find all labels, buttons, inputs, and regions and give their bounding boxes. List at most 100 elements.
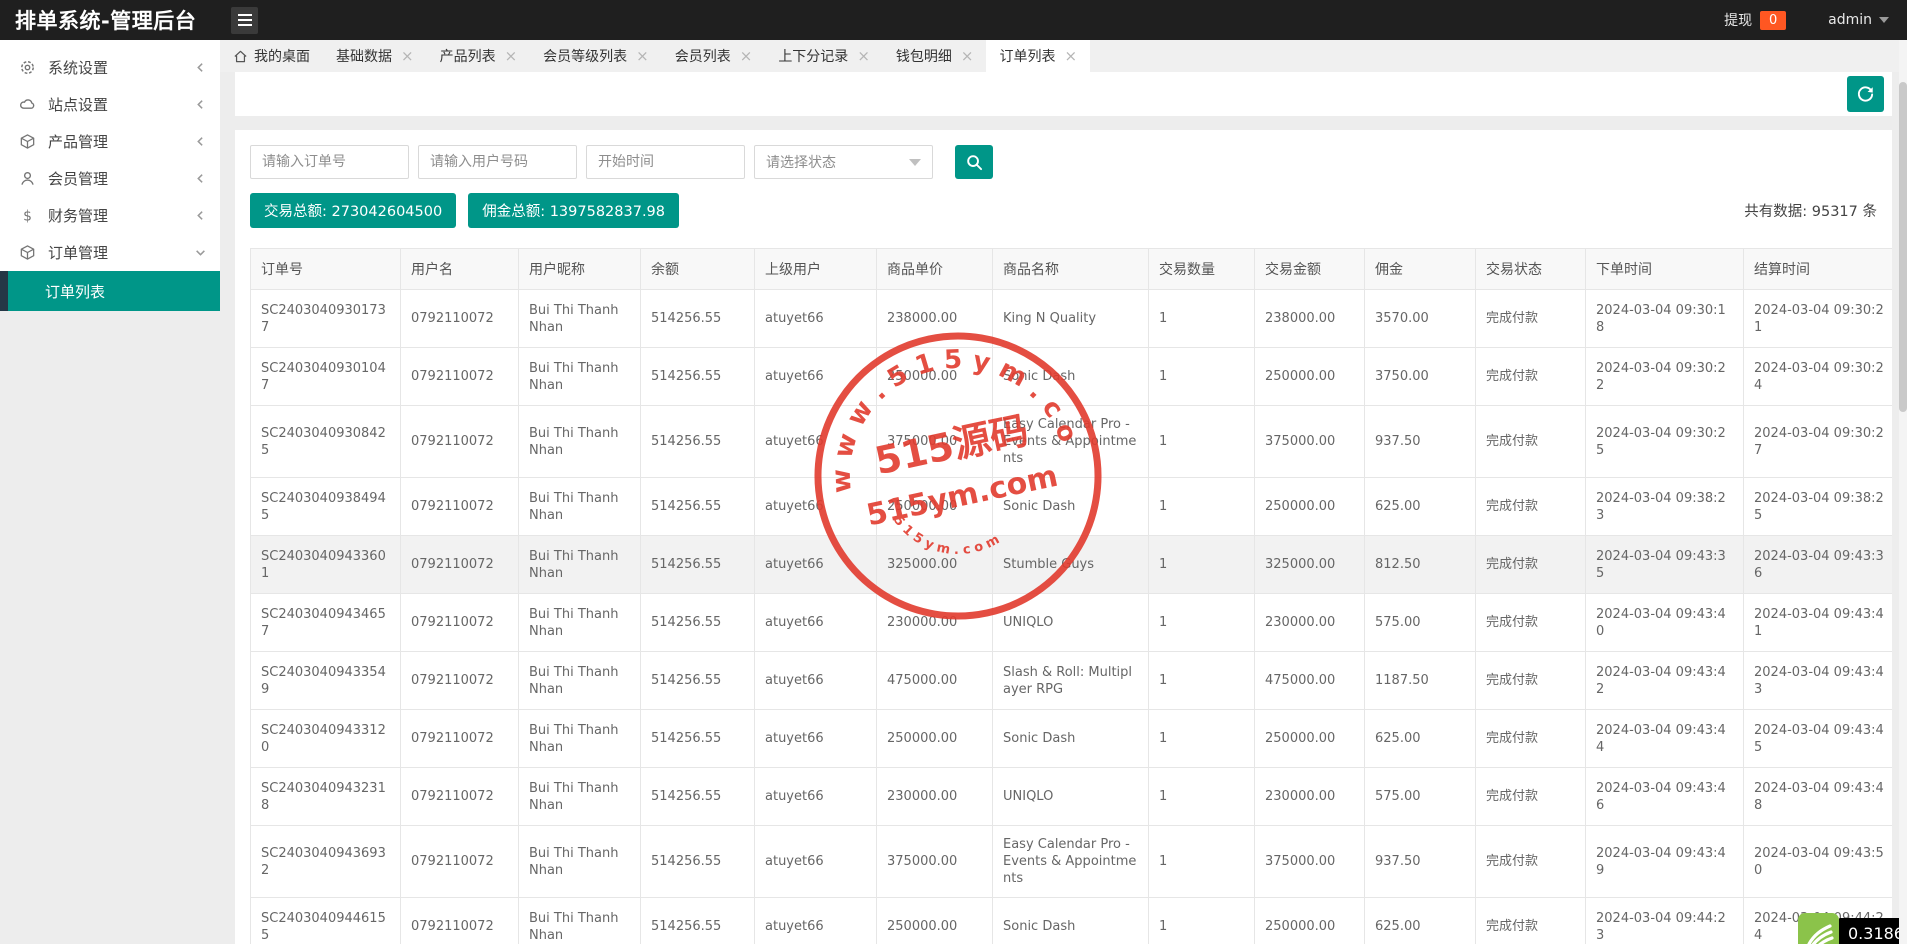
table-cell: 250000.00 xyxy=(876,709,993,768)
hamburger-button[interactable] xyxy=(231,6,259,34)
commission-total-badge[interactable]: 佣金总额: 1397582837.98 xyxy=(468,193,680,228)
column-header: 上级用户 xyxy=(754,248,877,290)
tab-order-list[interactable]: 订单列表 × xyxy=(986,40,1091,72)
table-cell: 625.00 xyxy=(1364,477,1476,536)
table-cell: atuyet66 xyxy=(754,405,877,478)
thinkphp-leaf-icon xyxy=(1798,913,1839,944)
table-cell: 937.50 xyxy=(1364,825,1476,898)
tab-product-list[interactable]: 产品列表 × xyxy=(427,40,531,72)
table-cell: 完成付款 xyxy=(1475,535,1586,594)
tab-member-level-list[interactable]: 会员等级列表 × xyxy=(530,40,662,72)
withdraw-count-badge[interactable]: 0 xyxy=(1760,10,1787,30)
table-cell: 1 xyxy=(1148,767,1255,826)
tab-label: 我的桌面 xyxy=(254,49,310,65)
table-cell: Bui Thi Thanh Nhan xyxy=(518,651,641,710)
close-icon[interactable]: × xyxy=(636,48,649,64)
table-cell: 250000.00 xyxy=(1254,347,1365,406)
tab-my-desktop[interactable]: 我的桌面 xyxy=(220,40,323,72)
sidebar-item-system-settings[interactable]: 系统设置 xyxy=(0,49,220,86)
close-icon[interactable]: × xyxy=(740,48,753,64)
tab-label: 上下分记录 xyxy=(778,49,849,65)
close-icon[interactable]: × xyxy=(505,48,518,64)
sidebar-item-product-management[interactable]: 产品管理 xyxy=(0,123,220,160)
tab-updown-records[interactable]: 上下分记录 × xyxy=(765,40,883,72)
table-cell: 2024-03-04 09:43:43 xyxy=(1743,651,1892,710)
table-cell: 完成付款 xyxy=(1475,825,1586,898)
table-cell: 514256.55 xyxy=(640,347,755,406)
box-icon xyxy=(19,133,36,150)
table-cell: 325000.00 xyxy=(1254,535,1365,594)
table-cell: atuyet66 xyxy=(754,477,877,536)
table-cell: 2024-03-04 09:43:45 xyxy=(1743,709,1892,768)
close-icon[interactable]: × xyxy=(857,48,870,64)
sidebar-item-finance-management[interactable]: $ 财务管理 xyxy=(0,197,220,234)
svg-text:$: $ xyxy=(23,208,32,224)
table-cell: 230000.00 xyxy=(1254,593,1365,652)
chevron-left-icon xyxy=(195,59,206,77)
order-no-input[interactable] xyxy=(250,145,409,179)
table-cell: SC24030409446155 xyxy=(250,897,401,944)
admin-menu[interactable]: admin xyxy=(1828,12,1889,28)
user-no-input[interactable] xyxy=(418,145,577,179)
box-icon xyxy=(19,244,36,261)
tab-wallet-detail[interactable]: 钱包明细 × xyxy=(883,40,987,72)
table-cell: 完成付款 xyxy=(1475,897,1586,944)
table-cell: 250000.00 xyxy=(876,347,993,406)
table-cell: 514256.55 xyxy=(640,477,755,536)
table-cell: SC24030409301047 xyxy=(250,347,401,406)
table-cell: Stumble Guys xyxy=(992,535,1149,594)
sidebar-subitem-order-list-active[interactable]: 订单列表 xyxy=(0,271,220,311)
sidebar-item-order-management[interactable]: 订单管理 xyxy=(0,234,220,271)
page-render-time-badge: 0.318693s xyxy=(1839,918,1907,944)
admin-username: admin xyxy=(1828,12,1872,28)
table-row: SC24030409301047 0792110072 Bui Thi Thanh … xyxy=(250,347,1892,406)
withdraw-link[interactable]: 提现 xyxy=(1724,10,1752,30)
vertical-scrollbar[interactable] xyxy=(1899,40,1907,944)
table-cell: 2024-03-04 09:43:42 xyxy=(1585,651,1744,710)
scrollbar-thumb[interactable] xyxy=(1899,82,1907,412)
sidebar-item-site-settings[interactable]: 站点设置 xyxy=(0,86,220,123)
table-cell: 完成付款 xyxy=(1475,709,1586,768)
table-cell: 2024-03-04 09:30:25 xyxy=(1585,405,1744,478)
table-cell: 3750.00 xyxy=(1364,347,1476,406)
tab-label: 订单列表 xyxy=(999,49,1056,65)
table-cell: 1 xyxy=(1148,825,1255,898)
table-cell: SC24030409436932 xyxy=(250,825,401,898)
table-cell: 完成付款 xyxy=(1475,477,1586,536)
table-cell: 2024-03-04 09:30:27 xyxy=(1743,405,1892,478)
order-list-panel: 请选择状态 交易总额: 273042604500 佣金总额: 139758283… xyxy=(235,130,1892,944)
table-cell: 2024-03-04 09:43:50 xyxy=(1743,825,1892,898)
close-icon[interactable]: × xyxy=(401,48,414,64)
table-cell: 2024-03-04 09:43:35 xyxy=(1585,535,1744,594)
trade-total-badge[interactable]: 交易总额: 273042604500 xyxy=(250,193,457,228)
user-icon xyxy=(19,170,36,187)
table-cell: 514256.55 xyxy=(640,897,755,944)
tab-label: 会员等级列表 xyxy=(543,49,628,65)
table-cell: 238000.00 xyxy=(876,289,993,348)
sidebar-item-label: 会员管理 xyxy=(48,170,109,188)
table-row: SC24030409433120 0792110072 Bui Thi Thanh … xyxy=(250,709,1892,768)
table-cell: SC24030409433120 xyxy=(250,709,401,768)
table-row: SC24030409433601 0792110072 Bui Thi Thanh … xyxy=(250,535,1892,594)
table-cell: 812.50 xyxy=(1364,535,1476,594)
start-time-input[interactable] xyxy=(586,145,745,179)
tab-member-list[interactable]: 会员列表 × xyxy=(662,40,766,72)
status-select[interactable]: 请选择状态 xyxy=(754,145,933,179)
table-cell: Sonic Dash xyxy=(992,347,1149,406)
header-right-cluster: 提现 0 admin xyxy=(1724,10,1889,30)
table-row: SC24030409433549 0792110072 Bui Thi Thanh … xyxy=(250,651,1892,710)
table-cell: 2024-03-04 09:43:41 xyxy=(1743,593,1892,652)
tab-base-data[interactable]: 基础数据 × xyxy=(323,40,427,72)
table-cell: 375000.00 xyxy=(876,405,993,478)
search-button[interactable] xyxy=(955,145,993,179)
table-cell: 完成付款 xyxy=(1475,651,1586,710)
table-cell: SC24030409308425 xyxy=(250,405,401,478)
sidebar-item-member-management[interactable]: 会员管理 xyxy=(0,160,220,197)
table-cell: 0792110072 xyxy=(400,767,519,826)
refresh-button[interactable] xyxy=(1847,76,1884,112)
close-icon[interactable]: × xyxy=(1064,48,1077,64)
column-header: 用户名 xyxy=(400,248,519,290)
top-header: 排单系统-管理后台 提现 0 admin xyxy=(0,0,1907,40)
close-icon[interactable]: × xyxy=(961,48,974,64)
table-cell: 2024-03-04 09:30:22 xyxy=(1585,347,1744,406)
